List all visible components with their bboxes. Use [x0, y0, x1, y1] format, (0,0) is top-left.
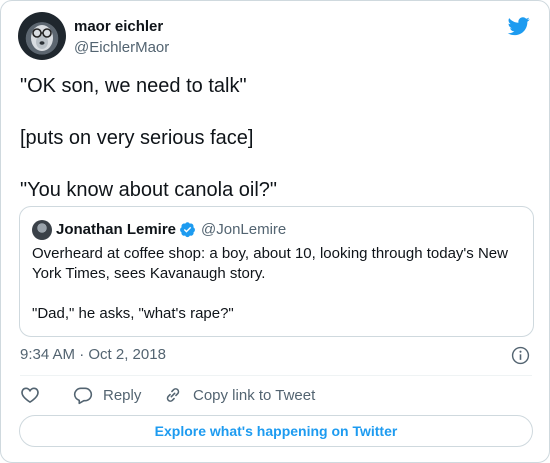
quoted-author-avatar — [32, 220, 52, 240]
dog-portrait-icon — [31, 25, 53, 51]
quoted-author-name: Jonathan Lemire — [56, 221, 177, 238]
quoted-paragraph: Overheard at coffee shop: a boy, about 1… — [32, 245, 508, 282]
twitter-bird-icon[interactable] — [507, 15, 531, 37]
explore-twitter-button[interactable]: Explore what's happening on Twitter — [19, 415, 533, 447]
author-handle[interactable]: @EichlerMaor — [74, 38, 169, 58]
tweet-line: "OK son, we need to talk" — [20, 75, 247, 97]
tweet-card: maor eichler @EichlerMaor "OK son, we ne… — [0, 0, 550, 463]
info-icon[interactable] — [511, 346, 530, 365]
tweet-text: "OK son, we need to talk" [puts on very … — [20, 73, 530, 204]
quoted-tweet[interactable]: Jonathan Lemire @JonLemire Overheard at … — [19, 206, 534, 337]
tweet-line: "You know about canola oil?" — [20, 179, 277, 201]
heart-icon — [21, 387, 39, 404]
quoted-author-handle: @JonLemire — [201, 221, 287, 238]
verified-badge-icon — [180, 222, 195, 238]
divider — [20, 375, 532, 376]
quoted-paragraph: "Dad," he asks, "what's rape?" — [32, 305, 234, 322]
copy-link-button[interactable]: Copy link to Tweet — [163, 384, 315, 406]
like-button[interactable] — [20, 384, 40, 406]
speech-bubble-icon — [73, 387, 93, 405]
quoted-tweet-text: Overheard at coffee shop: a boy, about 1… — [32, 244, 522, 324]
reply-label: Reply — [103, 386, 142, 404]
copy-link-label: Copy link to Tweet — [193, 386, 316, 404]
tweet-line: [puts on very serious face] — [20, 127, 254, 149]
author-info: maor eichler @EichlerMaor — [74, 18, 169, 58]
author-avatar[interactable] — [18, 12, 66, 60]
reply-button[interactable]: Reply — [73, 384, 141, 406]
link-icon — [166, 388, 180, 402]
tweet-timestamp[interactable]: 9:34 AM · Oct 2, 2018 — [20, 346, 166, 363]
author-display-name[interactable]: maor eichler — [74, 18, 169, 36]
